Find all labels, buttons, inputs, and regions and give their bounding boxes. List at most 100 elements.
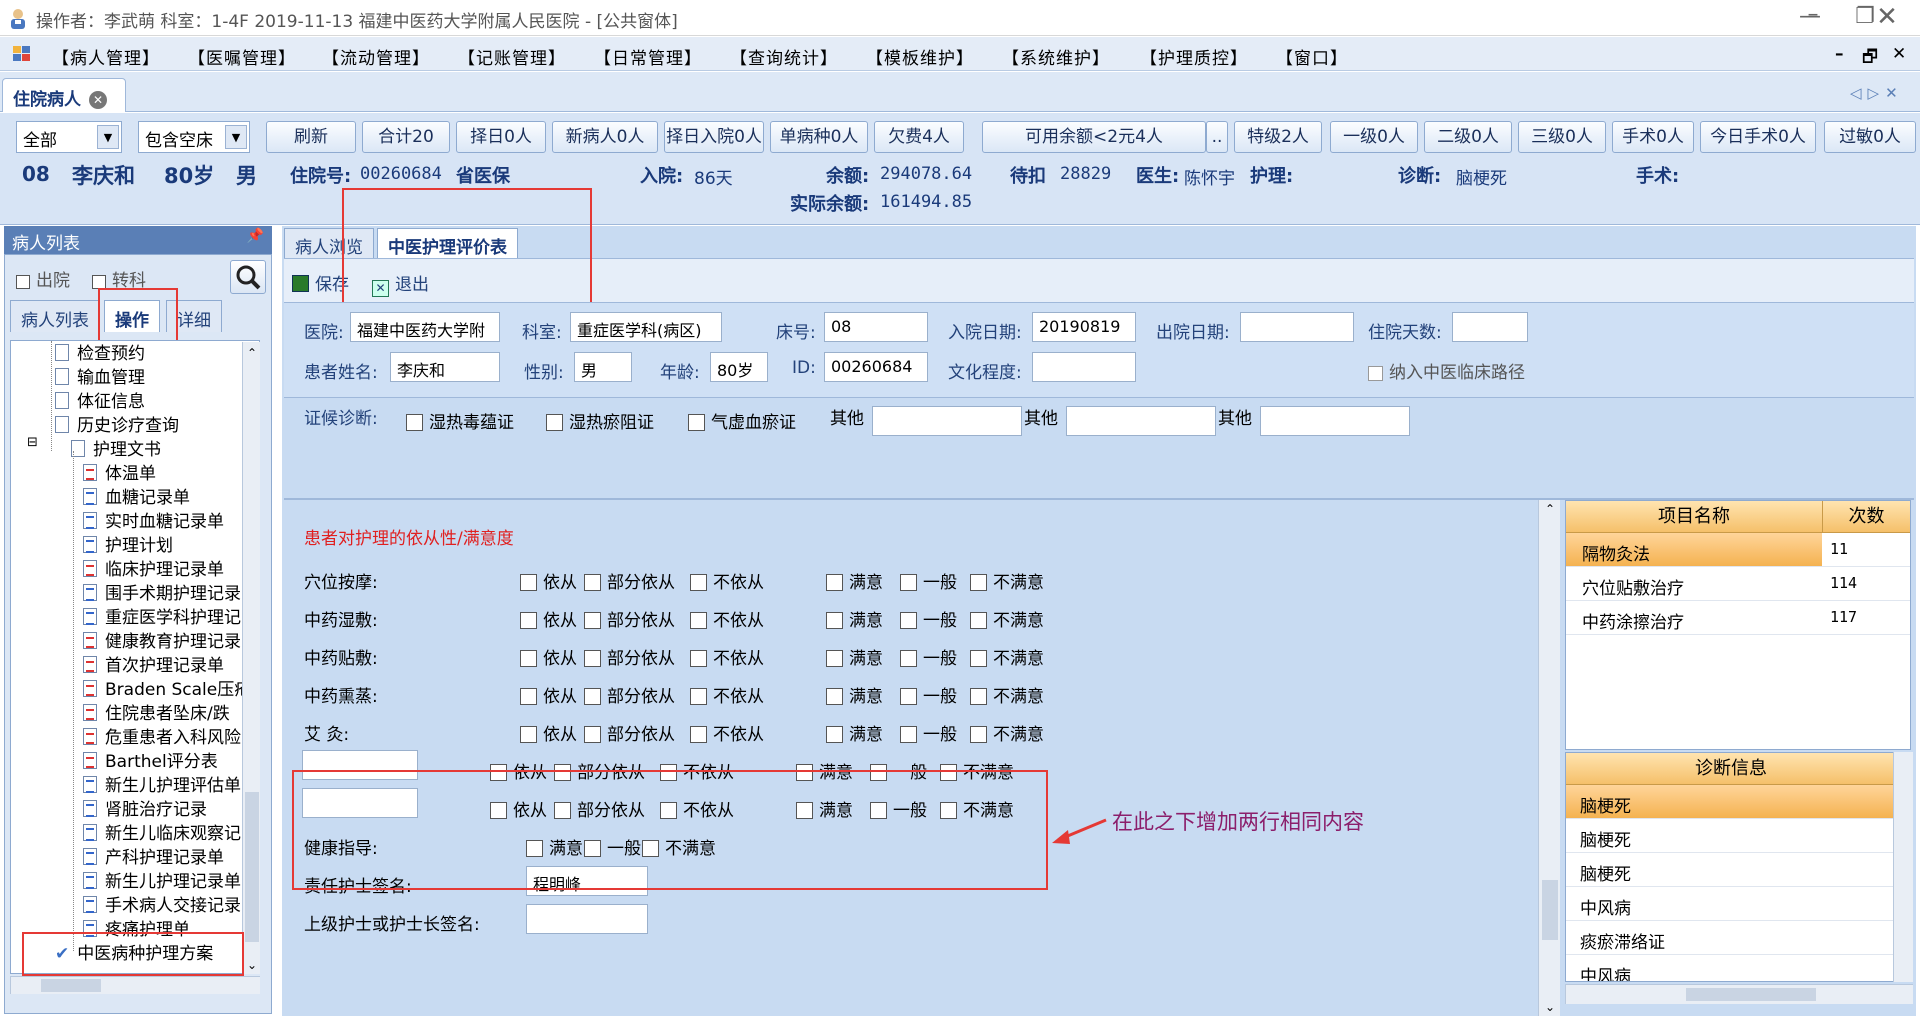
satisfaction-option[interactable]: 一般 (900, 644, 957, 669)
compliance-option[interactable]: 依从 (520, 568, 577, 593)
age-field[interactable]: 80岁 (710, 352, 768, 382)
compliance-option[interactable]: 依从 (520, 720, 577, 745)
compliance-option[interactable]: 依从 (520, 606, 577, 631)
scroll-down-icon[interactable]: ⌄ (243, 958, 261, 972)
tree-hscrollbar[interactable] (10, 976, 260, 994)
ward-filter-select[interactable]: 全部 ▼ (16, 121, 122, 153)
toolbar-button[interactable]: 刷新 (266, 121, 356, 153)
compliance-option[interactable]: 不依从 (690, 568, 764, 593)
scroll-thumb[interactable] (245, 792, 259, 942)
tree-item[interactable]: 重症医学科护理记 (83, 603, 241, 628)
scroll-up-icon[interactable]: ⌃ (243, 346, 261, 360)
mdi-close-button[interactable]: ✕ (1892, 44, 1907, 64)
scroll-up-icon[interactable]: ⌃ (1539, 502, 1561, 516)
scroll-down-icon[interactable]: ⌄ (1539, 1000, 1561, 1014)
diag-hscrollbar[interactable] (1565, 984, 1913, 1004)
checkbox[interactable] (546, 414, 563, 431)
edu-field[interactable] (1032, 352, 1136, 382)
checkbox[interactable] (406, 414, 423, 431)
checkbox[interactable] (584, 574, 601, 591)
checkbox[interactable] (970, 612, 987, 629)
dept-field[interactable]: 重症医学科(病区) (570, 312, 722, 342)
tree-item[interactable]: 护理文书 (71, 435, 161, 460)
tree-item[interactable]: 产科护理记录单 (83, 843, 224, 868)
tree-item[interactable]: 新生儿护理评估单 (83, 771, 241, 796)
tree-item[interactable]: 肾脏治疗记录 (83, 795, 207, 820)
tree-item[interactable]: 新生儿临床观察记 (83, 819, 241, 844)
toolbar-button[interactable]: 今日手术0人 (1700, 121, 1816, 153)
checkbox[interactable] (584, 612, 601, 629)
hscroll-thumb[interactable] (1686, 988, 1816, 1001)
close-window-button[interactable]: ✕ (1862, 2, 1912, 32)
toolbar-button[interactable]: 特级2人 (1234, 121, 1322, 153)
satisfaction-option[interactable]: 满意 (826, 644, 883, 669)
checkbox[interactable] (520, 688, 537, 705)
admit-date-field[interactable]: 20190819 (1032, 312, 1136, 342)
checkbox[interactable] (970, 688, 987, 705)
toolbar-button[interactable]: 新病人0人 (552, 121, 658, 153)
checkbox[interactable] (520, 574, 537, 591)
tree-item[interactable]: 围手术期护理记录 (83, 579, 241, 604)
scroll-thumb[interactable] (1542, 880, 1558, 940)
tree-item[interactable]: 临床护理记录单 (83, 555, 224, 580)
search-button[interactable] (230, 260, 266, 294)
checkbox[interactable] (690, 612, 707, 629)
chk-discharged[interactable]: 出院 (16, 266, 70, 291)
tree-item[interactable]: 健康教育护理记录 (83, 627, 241, 652)
other-field-2[interactable] (1066, 406, 1216, 436)
checkbox[interactable] (690, 726, 707, 743)
chevron-down-icon[interactable]: ▼ (97, 125, 119, 149)
tree-item[interactable]: 护理计划 (83, 531, 173, 556)
checkbox[interactable] (826, 612, 843, 629)
toolbar-button[interactable]: 手术0人 (1612, 121, 1694, 153)
menu-item[interactable]: 【模板维护】 (866, 44, 974, 69)
checkbox[interactable] (826, 726, 843, 743)
checkbox[interactable] (688, 414, 705, 431)
menu-item[interactable]: 【记账管理】 (458, 44, 566, 69)
tab-inpatient[interactable]: 住院病人 ✕ (2, 78, 126, 112)
toolbar-button[interactable]: 择日入院0人 (664, 121, 764, 153)
bed-filter-select[interactable]: 包含空床 ▼ (138, 121, 250, 153)
tree-item[interactable]: Barthel评分表 (83, 747, 218, 772)
syndrome-opt-1[interactable]: 湿热毒蕴证 (406, 408, 514, 433)
menu-item[interactable]: 【病人管理】 (52, 44, 160, 69)
satisfaction-option[interactable]: 不满意 (970, 644, 1044, 669)
satisfaction-option[interactable]: 不满意 (970, 682, 1044, 707)
checkbox[interactable] (584, 726, 601, 743)
mdi-minimize-button[interactable]: – (1835, 44, 1845, 64)
satisfaction-option[interactable]: 一般 (900, 568, 957, 593)
checkbox[interactable] (900, 688, 917, 705)
toolbar-button[interactable]: 可用余额<2元4人 (982, 121, 1206, 153)
other-field-3[interactable] (1260, 406, 1410, 436)
toolbar-button[interactable]: 二级0人 (1424, 121, 1512, 153)
expand-icon[interactable]: ⊟ (27, 435, 38, 450)
checkbox[interactable] (970, 574, 987, 591)
toolbar-button[interactable]: 一级0人 (1330, 121, 1418, 153)
menu-item[interactable]: 【窗口】 (1276, 44, 1348, 69)
toolbar-button[interactable]: 欠费4人 (874, 121, 964, 153)
sex-field[interactable]: 男 (574, 352, 632, 382)
checkbox[interactable] (584, 688, 601, 705)
toolbar-button[interactable]: 择日0人 (456, 121, 546, 153)
other-field-1[interactable] (872, 406, 1022, 436)
menu-item[interactable]: 【流动管理】 (322, 44, 430, 69)
discharge-date-field[interactable] (1240, 312, 1354, 342)
diag-scrollbar[interactable] (1893, 752, 1913, 982)
name-field[interactable]: 李庆和 (390, 352, 500, 382)
mdi-restore-button[interactable]: 🗗 (1862, 44, 1879, 73)
tree-item[interactable]: 手术病人交接记录 (83, 891, 241, 916)
tree-item[interactable]: 住院患者坠床/跌 (83, 699, 230, 724)
subtab-patient-list[interactable]: 病人列表 (10, 300, 100, 332)
head-nurse-sign-field[interactable] (526, 904, 648, 934)
checkbox[interactable] (690, 574, 707, 591)
toolbar-button[interactable]: .. (1206, 121, 1228, 153)
satisfaction-option[interactable]: 不满意 (970, 720, 1044, 745)
checkbox[interactable] (584, 650, 601, 667)
bed-field[interactable]: 08 (824, 312, 928, 342)
toolbar-button[interactable]: 单病种0人 (770, 121, 868, 153)
menu-item[interactable]: 【日常管理】 (594, 44, 702, 69)
compliance-option[interactable]: 不依从 (690, 606, 764, 631)
compliance-option[interactable]: 不依从 (690, 644, 764, 669)
syndrome-opt-2[interactable]: 湿热瘀阻证 (546, 408, 654, 433)
tree-item[interactable]: 血糖记录单 (83, 483, 190, 508)
